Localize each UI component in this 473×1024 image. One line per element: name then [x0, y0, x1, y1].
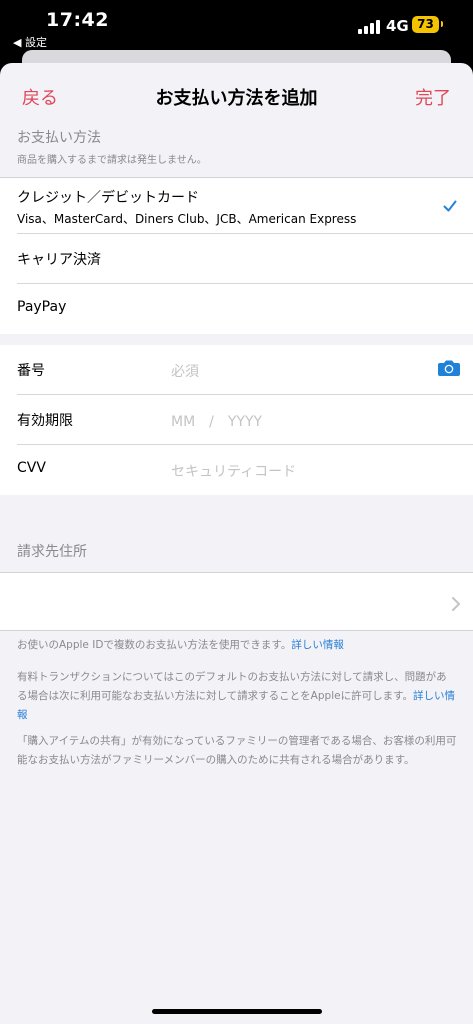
expiry-label: 有効期限 — [17, 413, 73, 429]
expiry-row[interactable]: 有効期限 MM / YYYY — [0, 395, 473, 445]
card-details-form: 番号 必須 有効期限 MM / YYYY CVV セキュリティコード — [0, 345, 473, 495]
card-number-row[interactable]: 番号 必須 — [0, 345, 473, 395]
page-title: お支払い方法を追加 — [155, 88, 318, 109]
cvv-row[interactable]: CVV セキュリティコード — [0, 445, 473, 495]
billing-address-header: 請求先住所 — [17, 544, 87, 560]
option-carrier-billing[interactable]: キャリア決済 — [0, 234, 473, 284]
card-number-input[interactable]: 必須 — [171, 361, 199, 381]
footnote-multiple-methods: お使いのApple IDで複数のお支払い方法を使用できます。詳しい情報 — [17, 636, 457, 655]
payment-method-header: お支払い方法 — [17, 130, 101, 146]
option-label: クレジット／デビットカード — [17, 190, 199, 206]
checkmark-icon — [443, 200, 457, 212]
home-indicator — [152, 1009, 322, 1014]
done-button[interactable]: 完了 — [415, 84, 451, 110]
camera-icon[interactable] — [437, 359, 461, 377]
card-number-label: 番号 — [17, 363, 45, 379]
footnote-default-billing: 有料トランザクションについてはこのデフォルトのお支払い方法に対して請求し、問題が… — [17, 668, 457, 725]
payment-method-subtitle: 商品を購入するまで請求は発生しません。 — [17, 155, 207, 166]
add-payment-sheet: 戻る お支払い方法を追加 完了 お支払い方法 商品を購入するまで請求は発生しませ… — [0, 63, 473, 1024]
option-label: キャリア決済 — [17, 252, 101, 268]
navigation-bar: 戻る お支払い方法を追加 完了 — [0, 63, 473, 123]
cvv-input[interactable]: セキュリティコード — [171, 461, 296, 481]
battery-icon: 73 — [412, 16, 439, 33]
footnote-family-sharing: 「購入アイテムの共有」が有効になっているファミリーの管理者である場合、お客様の利… — [17, 732, 457, 770]
footnote-text: 「購入アイテムの共有」が有効になっているファミリーの管理者である場合、お客様の利… — [17, 735, 457, 766]
footnote-text: お使いのApple IDで複数のお支払い方法を使用できます。 — [17, 639, 292, 651]
battery-cap — [441, 21, 443, 27]
option-sublabel: Visa、MasterCard、Diners Club、JCB、American… — [17, 212, 357, 226]
option-label: PayPay — [17, 299, 67, 315]
option-credit-debit-card[interactable]: クレジット／デビットカード Visa、MasterCard、Diners Clu… — [0, 178, 473, 234]
expiry-input[interactable]: MM / YYYY — [171, 411, 262, 431]
cvv-label: CVV — [17, 460, 46, 476]
option-paypay[interactable]: PayPay — [0, 284, 473, 334]
payment-options-list: クレジット／デビットカード Visa、MasterCard、Diners Clu… — [0, 177, 473, 334]
footnote-text: 有料トランザクションについてはこのデフォルトのお支払い方法に対して請求し、問題が… — [17, 671, 447, 702]
cellular-signal-icon — [358, 20, 380, 34]
billing-address-row[interactable] — [0, 572, 473, 631]
status-time: 17:42 — [46, 9, 109, 31]
learn-more-link[interactable]: 詳しい情報 — [291, 639, 344, 651]
back-to-app-link[interactable]: ◀ 設定 — [13, 34, 47, 50]
chevron-right-icon — [452, 597, 460, 611]
status-bar: 17:42 ◀ 設定 4G 73 — [0, 0, 473, 52]
network-type: 4G — [386, 17, 409, 35]
